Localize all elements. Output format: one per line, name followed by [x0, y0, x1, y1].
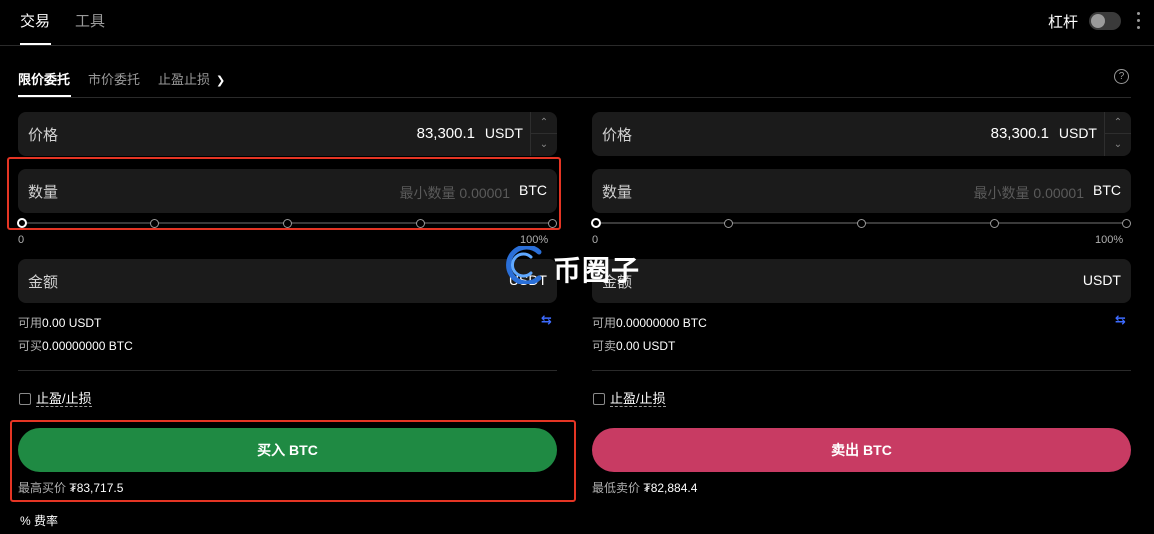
help-icon[interactable]: ?: [1114, 69, 1129, 84]
sell-price-unit: USDT: [1058, 125, 1097, 141]
buy-price-stepper[interactable]: ⌃ ⌄: [530, 112, 557, 156]
sell-slider-step[interactable]: [1122, 219, 1131, 228]
toggle-knob: [1091, 14, 1105, 28]
sell-slider-min-label: 0: [592, 234, 599, 246]
decrease-icon[interactable]: ⌄: [1105, 134, 1131, 156]
sell-slider-step[interactable]: [990, 219, 999, 228]
sell-tpsl-checkbox[interactable]: [593, 393, 605, 405]
sell-slider-max-label: 100%: [1095, 234, 1124, 246]
sell-price-value[interactable]: 83,300.1: [991, 125, 1049, 142]
sell-button[interactable]: 卖出 BTC: [592, 428, 1131, 472]
sell-slider-handle[interactable]: [591, 218, 601, 228]
buy-available: 可用0.00 USDT: [18, 314, 101, 331]
best-ask-label: 最低卖价: [592, 481, 641, 495]
buy-slider-min-label: 0: [18, 234, 25, 246]
watermark-arc-icon: [506, 246, 542, 284]
tab-trade[interactable]: 交易: [20, 10, 50, 31]
sell-slider-step[interactable]: [724, 219, 733, 228]
active-tab-underline: [20, 43, 51, 45]
sell-price-field[interactable]: 价格 83,300.1 USDT ⌃ ⌄: [592, 112, 1131, 156]
sell-slider-step[interactable]: [857, 219, 866, 228]
tab-tpsl-order[interactable]: 止盈止损 ❯: [158, 69, 225, 88]
swap-icon[interactable]: ⇆: [1115, 312, 1126, 328]
sell-amount-unit: USDT: [1082, 272, 1121, 288]
sell-available-value: 0.00000000 BTC: [616, 316, 707, 330]
buy-amount-label: 金额: [28, 274, 59, 291]
increase-icon[interactable]: ⌃: [531, 112, 557, 134]
tab-limit-order[interactable]: 限价委托: [18, 69, 70, 88]
buy-tpsl-checkbox[interactable]: [19, 393, 31, 405]
leverage-toggle[interactable]: [1089, 12, 1121, 30]
increase-icon[interactable]: ⌃: [1105, 112, 1131, 134]
sell-price-label: 价格: [602, 127, 633, 144]
buy-available-value: 0.00 USDT: [42, 316, 102, 330]
fee-rate-link[interactable]: % 费率: [20, 512, 58, 529]
buy-divider: [18, 370, 557, 371]
sell-tpsl-label[interactable]: 止盈/止损: [610, 391, 666, 407]
buy-tpsl-label[interactable]: 止盈/止损: [36, 391, 92, 407]
quantity-highlight-box: [7, 157, 561, 230]
buy-max-value: 0.00000000 BTC: [42, 339, 133, 353]
sell-available: 可用0.00000000 BTC: [592, 314, 707, 331]
tab-tpsl-label: 止盈止损: [158, 72, 211, 87]
chevron-down-icon: ❯: [216, 75, 226, 87]
buy-price-field[interactable]: 价格 83,300.1 USDT ⌃ ⌄: [18, 112, 557, 156]
buy-slider-max-label: 100%: [520, 234, 549, 246]
best-ask: 最低卖价 ₮82,884.4: [592, 479, 697, 496]
buy-max: 可买0.00000000 BTC: [18, 337, 133, 354]
watermark-logo: 币圈子: [503, 246, 653, 287]
sell-amount-field[interactable]: 金额 USDT: [592, 259, 1131, 303]
tab-tools[interactable]: 工具: [75, 10, 105, 31]
top-bar: 交易 工具 杠杆: [0, 0, 1154, 46]
buy-max-label: 可买: [18, 339, 43, 353]
sell-available-label: 可用: [592, 316, 617, 330]
buy-highlight-box: [10, 420, 576, 502]
sell-quantity-field[interactable]: 数量 最小数量 0.00001 BTC: [592, 169, 1131, 213]
sell-max: 可卖0.00 USDT: [592, 337, 675, 354]
best-ask-value: ₮82,884.4: [643, 481, 698, 495]
sell-max-value: 0.00 USDT: [616, 339, 676, 353]
buy-amount-field[interactable]: 金额 USDT: [18, 259, 557, 303]
leverage-label: 杠杆: [1048, 14, 1079, 31]
sell-quantity-label: 数量: [602, 184, 633, 201]
swap-icon[interactable]: ⇆: [541, 312, 552, 328]
watermark-text: 币圈子: [553, 254, 641, 287]
buy-price-label: 价格: [28, 127, 59, 144]
tab-market-order[interactable]: 市价委托: [88, 69, 140, 88]
sell-divider: [592, 370, 1131, 371]
buy-available-label: 可用: [18, 316, 43, 330]
sell-quantity-input[interactable]: 最小数量 0.00001: [974, 183, 1085, 203]
decrease-icon[interactable]: ⌄: [531, 134, 557, 156]
kebab-menu-icon[interactable]: [1136, 12, 1142, 32]
sell-quantity-unit: BTC: [1093, 182, 1121, 198]
sell-price-stepper[interactable]: ⌃ ⌄: [1104, 112, 1131, 156]
buy-price-value[interactable]: 83,300.1: [417, 125, 475, 142]
order-tab-divider: [18, 97, 1131, 98]
sell-max-label: 可卖: [592, 339, 617, 353]
buy-price-unit: USDT: [484, 125, 523, 141]
